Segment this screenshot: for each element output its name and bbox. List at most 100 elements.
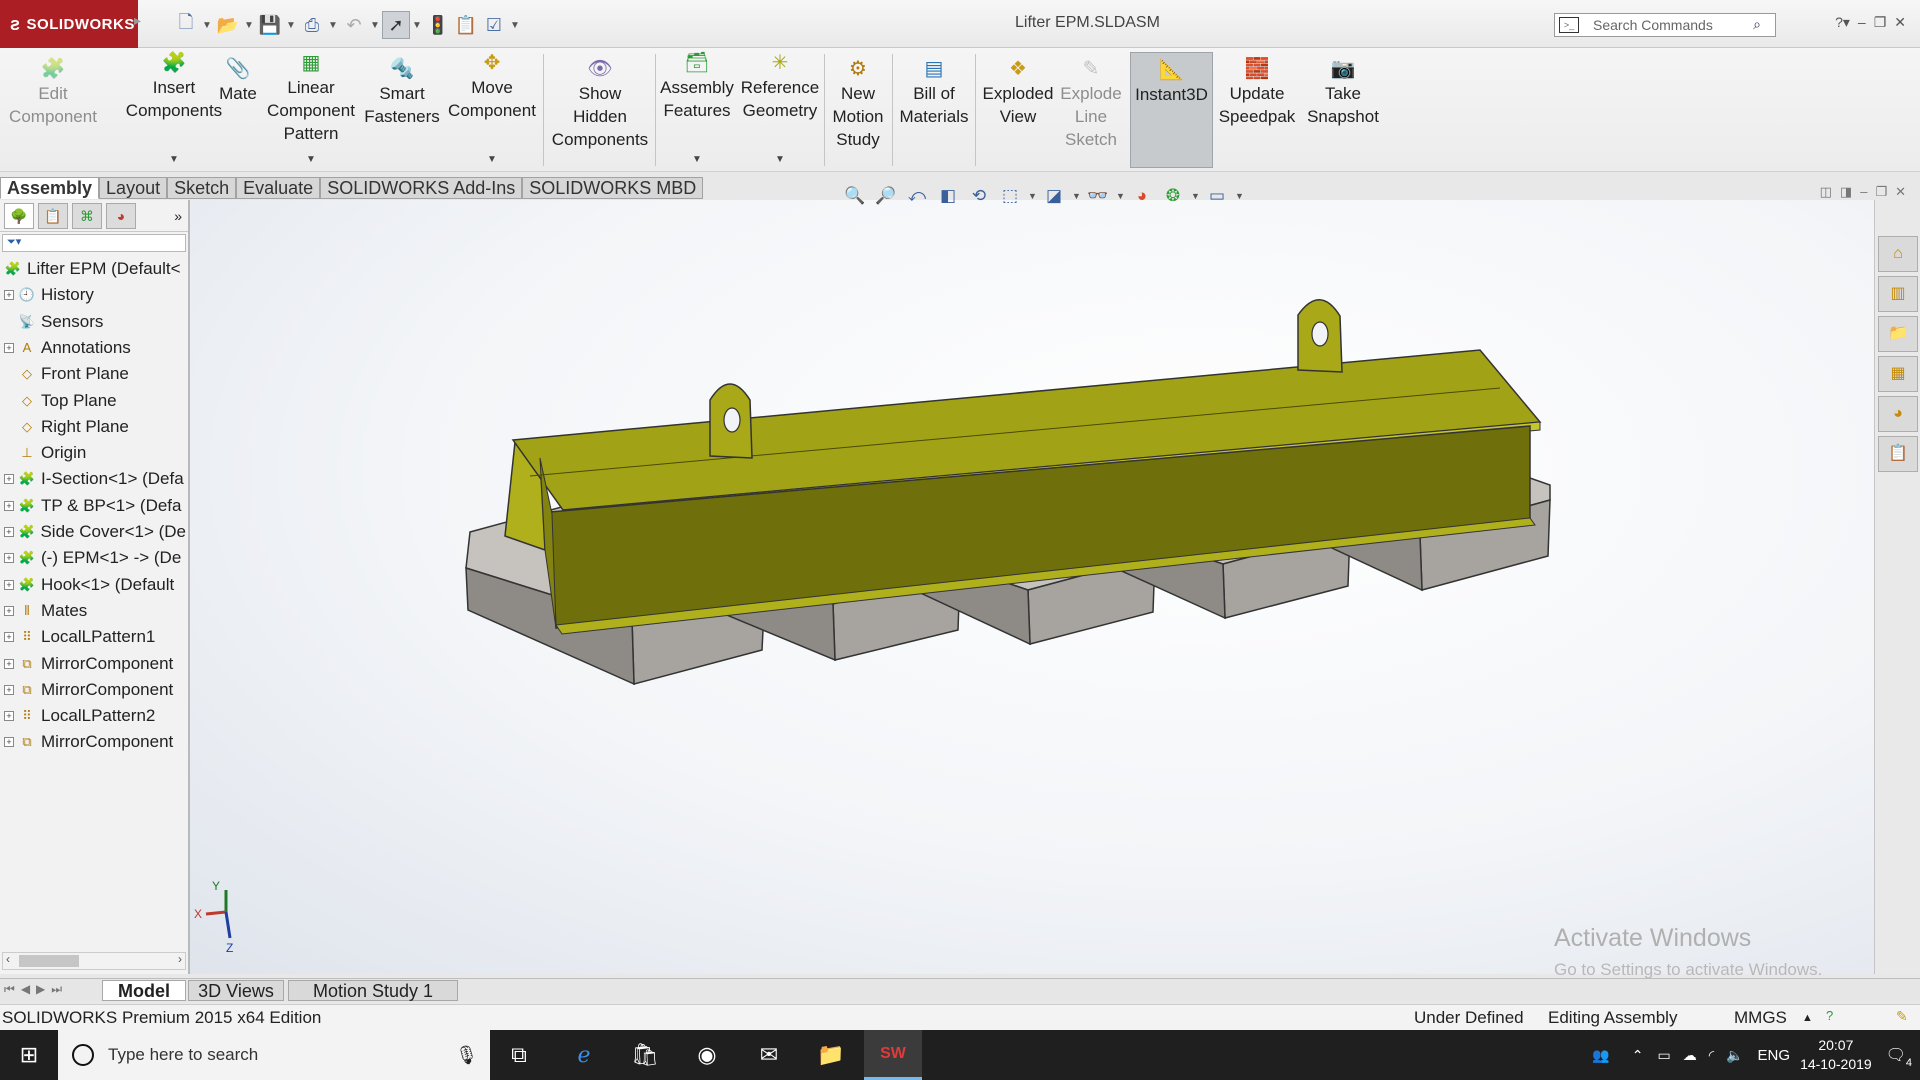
file-explorer-icon[interactable]: 📁 — [802, 1030, 860, 1080]
display-manager-tab-icon[interactable]: ◕ — [106, 202, 136, 229]
view-orientation-icon[interactable]: ⬚ — [997, 186, 1023, 206]
feature-tree-tab-icon[interactable]: 🌳 — [4, 202, 34, 229]
wifi-icon[interactable]: ◜ — [1709, 1047, 1714, 1064]
chevron-down-icon[interactable]: ▼ — [368, 11, 382, 39]
tree-item[interactable]: + ⠿ LocalLPattern2 — [0, 703, 186, 729]
task-view-icon[interactable]: ⧉ — [490, 1030, 548, 1080]
minimize-icon[interactable]: – — [1860, 184, 1867, 200]
reference-geometry-button[interactable]: ✳ Reference Geometry ▼ — [738, 50, 822, 165]
clock[interactable]: 20:07 14-10-2019 — [1800, 1036, 1872, 1074]
zoom-to-area-icon[interactable]: 🔎 — [873, 186, 899, 206]
chevron-up-icon[interactable]: ⌃ — [1632, 1047, 1644, 1064]
language-indicator[interactable]: ENG — [1758, 1047, 1791, 1064]
display-style-icon[interactable]: ◪ — [1041, 186, 1067, 206]
expand-toggle-icon[interactable]: + — [4, 290, 14, 301]
tree-item[interactable]: + ⦀ Mates — [0, 598, 186, 624]
search-icon[interactable]: ⌕ — [1753, 16, 1761, 33]
tab-layout[interactable]: Layout — [99, 177, 168, 199]
lifting-hook[interactable] — [709, 383, 753, 459]
configuration-manager-tab-icon[interactable]: ⌘ — [72, 202, 102, 229]
select-arrow-icon[interactable]: ➚ — [382, 11, 410, 39]
tab-3d-views[interactable]: 3D Views — [188, 980, 284, 1001]
expand-toggle-icon[interactable]: + — [4, 342, 14, 353]
chevron-down-icon[interactable]: ▼ — [1116, 191, 1125, 201]
appearances-icon[interactable]: ◕ — [1878, 396, 1918, 432]
expand-toggle-icon[interactable]: + — [4, 632, 14, 643]
tree-item[interactable]: + A Annotations — [0, 335, 186, 361]
tree-filter-input[interactable]: ⏷▾ — [2, 234, 186, 252]
tree-item[interactable]: + ⧉ MirrorComponent — [0, 729, 186, 755]
microphone-icon[interactable]: 🎙 — [455, 1045, 478, 1066]
tree-item[interactable]: ◇ Right Plane — [0, 414, 186, 440]
file-explorer-icon[interactable]: 📁 — [1878, 316, 1918, 352]
mate-button[interactable]: 📎 Mate — [212, 56, 264, 105]
property-manager-tab-icon[interactable]: 📋 — [38, 202, 68, 229]
smart-fasteners-button[interactable]: 🔩 Smart Fasteners — [360, 56, 444, 128]
prev-tab-icon[interactable]: ◀ — [21, 982, 30, 997]
chevron-down-icon[interactable]: ▼ — [1028, 191, 1037, 201]
tree-root-assembly[interactable]: 🧩 Lifter EPM (Default< — [0, 256, 186, 282]
volume-icon[interactable]: 🔈 — [1726, 1047, 1743, 1064]
expand-toggle-icon[interactable]: + — [4, 579, 14, 590]
chevron-up-icon[interactable]: ▲ — [1802, 1012, 1813, 1024]
undo-icon[interactable]: ↶ — [340, 11, 368, 39]
graphics-viewport[interactable]: Y X Z — [190, 200, 1874, 974]
chevron-down-icon[interactable]: ▼ — [487, 154, 497, 166]
menu-expand-icon[interactable]: ▸ — [134, 12, 144, 36]
split-icon[interactable]: ◨ — [1840, 184, 1852, 200]
expand-toggle-icon[interactable]: + — [4, 605, 14, 616]
assembly-features-button[interactable]: 🗃 Assembly Features ▼ — [658, 50, 736, 165]
expand-toggle-icon[interactable]: + — [4, 711, 14, 722]
view-settings-icon[interactable]: ▭ — [1204, 186, 1230, 206]
design-library-icon[interactable]: ▥ — [1878, 276, 1918, 312]
tree-item[interactable]: 📡 Sensors — [0, 309, 186, 335]
explode-line-sketch-button[interactable]: ✎ Explode Line Sketch — [1058, 56, 1124, 151]
chrome-icon[interactable]: ◉ — [678, 1030, 736, 1080]
tab-sketch[interactable]: Sketch — [167, 177, 237, 199]
edit-appearance-icon[interactable]: ◕ — [1129, 186, 1155, 206]
tile-icon[interactable]: ◫ — [1820, 184, 1832, 200]
assembly-model[interactable]: Y X Z — [190, 200, 1874, 974]
edge-browser-icon[interactable]: ℯ — [555, 1030, 613, 1080]
scroll-right-icon[interactable]: › — [178, 952, 182, 966]
onedrive-icon[interactable]: ☁ — [1683, 1047, 1697, 1064]
tree-item[interactable]: + 🕘 History — [0, 282, 186, 308]
units-selector[interactable]: MMGS — [1734, 1008, 1787, 1028]
minimize-icon[interactable]: – — [1858, 14, 1866, 31]
expand-toggle-icon[interactable]: + — [4, 474, 14, 485]
solidworks-logo[interactable]: ƨ SOLIDWORKS — [0, 0, 138, 48]
scroll-left-icon[interactable]: ‹ — [6, 952, 10, 966]
tree-item[interactable]: + 🧩 Hook<1> (Default — [0, 572, 186, 598]
close-icon[interactable]: ✕ — [1895, 184, 1906, 200]
apply-scene-icon[interactable]: ❂ — [1160, 186, 1186, 206]
section-view-icon[interactable]: ◧ — [935, 186, 961, 206]
bill-of-materials-button[interactable]: ▤ Bill of Materials — [894, 56, 974, 128]
people-icon[interactable]: 👥 — [1592, 1047, 1609, 1064]
last-tab-icon[interactable]: ⏭ — [51, 982, 62, 997]
zoom-to-fit-icon[interactable]: 🔍 — [842, 186, 868, 206]
battery-icon[interactable]: ▭ — [1657, 1047, 1670, 1064]
tree-item[interactable]: + ⧉ MirrorComponent — [0, 651, 186, 677]
store-icon[interactable]: 🛍 — [616, 1030, 674, 1080]
close-icon[interactable]: ✕ — [1894, 14, 1906, 31]
expand-toggle-icon[interactable]: + — [4, 500, 14, 511]
tree-item[interactable]: ⊥ Origin — [0, 440, 186, 466]
tree-item[interactable]: + 🧩 I-Section<1> (Defa — [0, 466, 186, 492]
chevron-down-icon[interactable]: ▼ — [508, 11, 522, 39]
instant3d-button[interactable]: 📐 Instant3D — [1130, 52, 1213, 168]
chevron-down-icon[interactable]: ▼ — [1191, 191, 1200, 201]
update-speedpak-button[interactable]: 🧱 Update Speedpak — [1216, 56, 1298, 128]
chevron-down-icon[interactable]: ▼ — [200, 11, 214, 39]
tree-item[interactable]: + 🧩 (-) EPM<1> -> (De — [0, 545, 186, 571]
save-icon[interactable]: 💾 — [256, 11, 284, 39]
tree-item[interactable]: + 🧩 TP & BP<1> (Defa — [0, 493, 186, 519]
expand-toggle-icon[interactable]: + — [4, 737, 14, 748]
new-document-icon[interactable]: 🗋 — [172, 11, 200, 39]
tab-evaluate[interactable]: Evaluate — [236, 177, 321, 199]
expand-panel-icon[interactable]: » — [174, 208, 182, 224]
linear-component-pattern-button[interactable]: ▦ Linear Component Pattern ▼ — [262, 50, 360, 165]
tree-item[interactable]: + ⠿ LocalLPattern1 — [0, 624, 186, 650]
hide-show-items-icon[interactable]: 👓 — [1085, 186, 1111, 206]
options-icon[interactable]: ☑ — [480, 11, 508, 39]
tree-item[interactable]: + ⧉ MirrorComponent — [0, 677, 186, 703]
